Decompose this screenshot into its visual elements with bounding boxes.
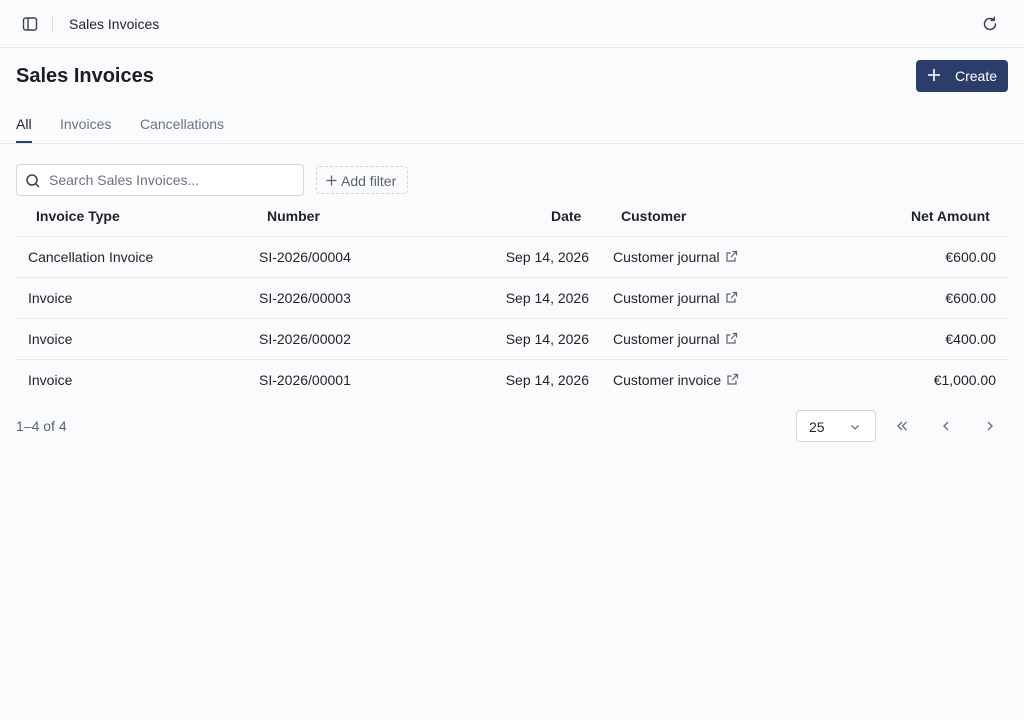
cell-customer: Customer invoice bbox=[613, 372, 739, 388]
cell-date: Sep 14, 2026 bbox=[505, 372, 589, 388]
external-link-icon[interactable] bbox=[725, 250, 738, 263]
page-size-value: 25 bbox=[809, 419, 825, 435]
next-page-icon[interactable] bbox=[982, 418, 998, 434]
plus-icon bbox=[326, 175, 337, 186]
pagination-range: 1–4 of 4 bbox=[16, 418, 67, 434]
table-row[interactable]: Invoice SI-2026/00002 Sep 14, 2026 Custo… bbox=[16, 318, 1008, 359]
cell-customer: Customer journal bbox=[613, 249, 738, 265]
create-button[interactable]: Create bbox=[916, 60, 1008, 92]
search-input[interactable] bbox=[49, 171, 297, 189]
create-button-label: Create bbox=[955, 68, 998, 84]
top-bar: Sales Invoices bbox=[0, 0, 1024, 48]
column-header-invoice-type[interactable]: Invoice Type bbox=[36, 208, 120, 224]
cell-invoice-type: Invoice bbox=[28, 331, 73, 347]
cell-date: Sep 14, 2026 bbox=[505, 331, 589, 347]
customer-link[interactable]: Customer journal bbox=[613, 290, 720, 306]
tab-invoices[interactable]: Invoices bbox=[60, 116, 111, 143]
cell-customer: Customer journal bbox=[613, 331, 738, 347]
cell-net-amount: €600.00 bbox=[945, 290, 996, 306]
external-link-icon[interactable] bbox=[726, 373, 739, 386]
cell-date: Sep 14, 2026 bbox=[505, 290, 589, 306]
column-header-customer[interactable]: Customer bbox=[621, 208, 686, 224]
search-icon bbox=[26, 174, 40, 188]
chevron-down-icon bbox=[851, 425, 859, 430]
cell-net-amount: €1,000.00 bbox=[933, 372, 996, 388]
first-page-icon[interactable] bbox=[894, 418, 910, 434]
tab-bar: All Invoices Cancellations bbox=[0, 108, 1024, 144]
sidebar-toggle-icon[interactable] bbox=[20, 14, 40, 34]
refresh-icon[interactable] bbox=[980, 14, 1000, 34]
table-row[interactable]: Cancellation Invoice SI-2026/00004 Sep 1… bbox=[16, 236, 1008, 277]
tab-cancellations[interactable]: Cancellations bbox=[140, 116, 224, 143]
page-title: Sales Invoices bbox=[16, 65, 154, 87]
breadcrumb: Sales Invoices bbox=[69, 16, 160, 32]
tab-all[interactable]: All bbox=[16, 116, 32, 143]
cell-net-amount: €400.00 bbox=[945, 331, 996, 347]
table-row[interactable]: Invoice SI-2026/00001 Sep 14, 2026 Custo… bbox=[16, 359, 1008, 400]
search-box bbox=[16, 164, 304, 196]
customer-link[interactable]: Customer invoice bbox=[613, 372, 721, 388]
plus-icon bbox=[928, 69, 940, 81]
cell-invoice-type: Cancellation Invoice bbox=[28, 249, 154, 265]
cell-invoice-type: Invoice bbox=[28, 372, 73, 388]
column-header-net-amount[interactable]: Net Amount bbox=[911, 208, 990, 224]
customer-link[interactable]: Customer journal bbox=[613, 331, 720, 347]
topbar-divider bbox=[52, 15, 53, 33]
external-link-icon[interactable] bbox=[725, 291, 738, 304]
cell-number: SI-2026/00002 bbox=[259, 331, 351, 347]
cell-number: SI-2026/00003 bbox=[259, 290, 351, 306]
cell-number: SI-2026/00001 bbox=[259, 372, 351, 388]
column-header-date[interactable]: Date bbox=[551, 208, 581, 224]
previous-page-icon[interactable] bbox=[938, 418, 954, 434]
column-header-number[interactable]: Number bbox=[267, 208, 320, 224]
external-link-icon[interactable] bbox=[725, 332, 738, 345]
add-filter-label: Add filter bbox=[341, 173, 397, 189]
table-row[interactable]: Invoice SI-2026/00003 Sep 14, 2026 Custo… bbox=[16, 277, 1008, 318]
cell-number: SI-2026/00004 bbox=[259, 249, 351, 265]
cell-invoice-type: Invoice bbox=[28, 290, 73, 306]
cell-date: Sep 14, 2026 bbox=[505, 249, 589, 265]
add-filter-button[interactable]: Add filter bbox=[316, 166, 408, 194]
page-size-select[interactable]: 25 bbox=[796, 410, 876, 442]
customer-link[interactable]: Customer journal bbox=[613, 249, 720, 265]
cell-customer: Customer journal bbox=[613, 290, 738, 306]
cell-net-amount: €600.00 bbox=[945, 249, 996, 265]
